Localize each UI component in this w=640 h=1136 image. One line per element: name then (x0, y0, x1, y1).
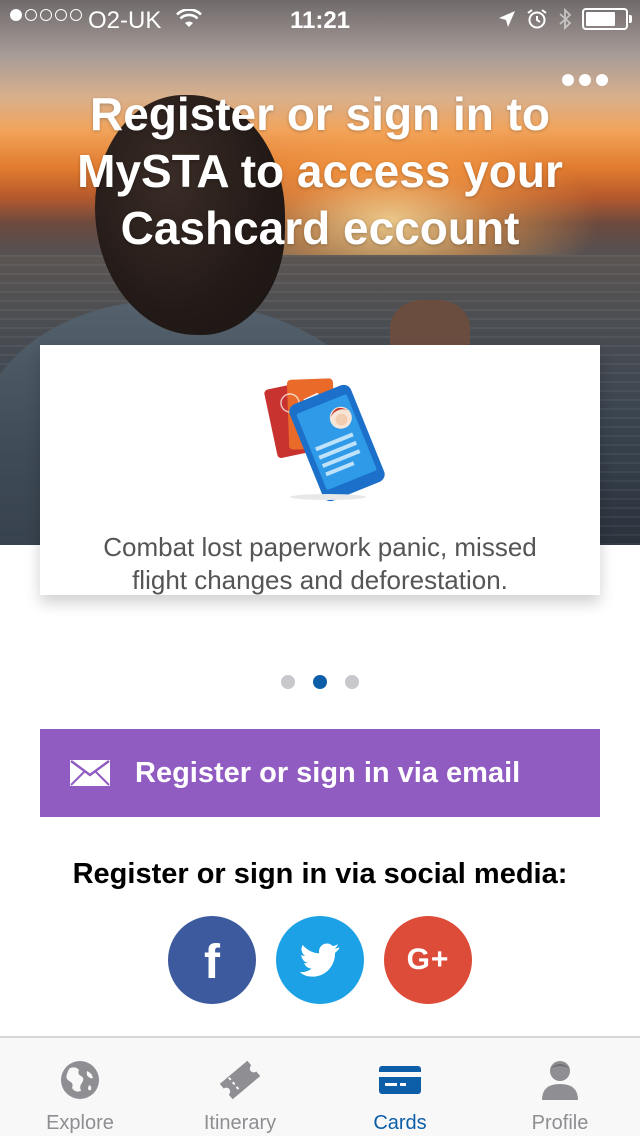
carousel-card[interactable]: Combat lost paperwork panic, missed flig… (40, 345, 600, 595)
page-dot[interactable] (281, 675, 295, 689)
page-dot[interactable] (345, 675, 359, 689)
google-plus-icon: G+ (406, 943, 450, 976)
twitter-button[interactable] (276, 916, 364, 1004)
page-title: Register or sign in to MySTA to access y… (77, 88, 563, 254)
person-icon (542, 1061, 578, 1100)
carousel-description: Combat lost paperwork panic, missed flig… (103, 532, 537, 595)
status-bar: O2-UK 11:21 (0, 0, 640, 40)
alarm-icon (527, 9, 547, 29)
battery-icon (582, 8, 632, 30)
digital-documents-illustration (264, 378, 385, 502)
tab-cards[interactable]: Cards (320, 1038, 480, 1136)
social-heading: Register or sign in via social media: (72, 858, 568, 890)
tab-label: Explore (46, 1112, 114, 1134)
tab-explore[interactable]: Explore (0, 1038, 160, 1136)
tab-label: Profile (531, 1112, 589, 1134)
globe-icon (61, 1061, 99, 1099)
google-plus-button[interactable]: G+ (384, 916, 472, 1004)
tab-itinerary[interactable]: Itinerary (160, 1038, 320, 1136)
carousel-pagination[interactable] (0, 675, 640, 689)
tab-bar: Explore Itinerary Cards Profile (0, 1036, 640, 1136)
tab-label: Itinerary (203, 1112, 277, 1134)
facebook-icon: f (204, 936, 220, 989)
page-dot-active[interactable] (313, 675, 327, 689)
social-buttons: f G+ (168, 916, 472, 1004)
twitter-icon (300, 943, 340, 977)
tab-profile[interactable]: Profile (480, 1038, 640, 1136)
more-dots-icon[interactable] (562, 74, 608, 86)
card-icon (379, 1066, 421, 1094)
facebook-button[interactable]: f (168, 916, 256, 1004)
ticket-icon (219, 1060, 261, 1100)
register-email-button[interactable]: Register or sign in via email (40, 729, 600, 817)
location-icon (499, 11, 515, 27)
tab-label: Cards (373, 1112, 427, 1134)
register-email-label: Register or sign in via email (135, 757, 521, 789)
bluetooth-icon (559, 8, 572, 30)
envelope-icon (70, 760, 110, 786)
